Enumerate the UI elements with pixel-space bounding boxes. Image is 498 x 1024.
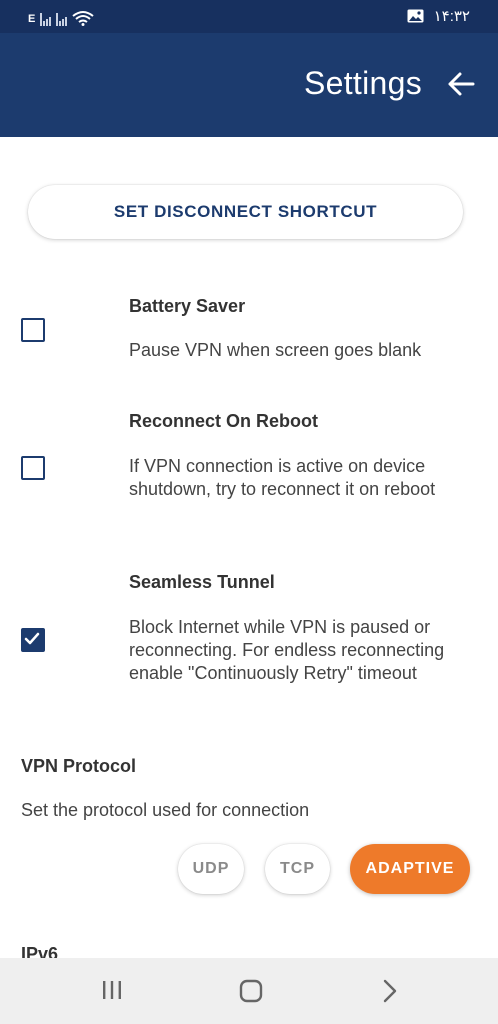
status-icons-left: E bbox=[28, 8, 94, 26]
nav-back-button[interactable] bbox=[380, 978, 400, 1009]
shortcut-button-label: SET DISCONNECT SHORTCUT bbox=[113, 202, 378, 221]
check-icon bbox=[24, 632, 40, 645]
set-disconnect-shortcut-button[interactable]: SET DISCONNECT SHORTCUT bbox=[28, 185, 463, 239]
protocol-option-label: ADAPTIVE bbox=[365, 860, 455, 877]
setting-title: Reconnect On Reboot bbox=[129, 411, 319, 431]
setting-description: Pause VPN when screen goes blank bbox=[129, 340, 422, 360]
status-icons-right: ۱۴:۳۲ bbox=[407, 7, 470, 25]
signal-icon bbox=[40, 12, 52, 26]
setting-title: Seamless Tunnel bbox=[129, 572, 275, 592]
signal-icon-2 bbox=[56, 12, 68, 26]
protocol-udp-button[interactable]: UDP bbox=[178, 844, 244, 894]
home-button[interactable] bbox=[238, 978, 264, 1009]
protocol-option-label: UDP bbox=[192, 860, 230, 877]
sim-icon: E bbox=[28, 13, 36, 25]
setting-description: Block Internet while VPN is paused or re… bbox=[129, 617, 445, 683]
back-button[interactable] bbox=[446, 69, 476, 99]
chevron-right-icon bbox=[383, 979, 397, 1003]
status-time: ۱۴:۳۲ bbox=[433, 8, 470, 25]
home-icon bbox=[239, 979, 263, 1003]
page-title: Settings bbox=[303, 65, 422, 101]
setting-title: Battery Saver bbox=[129, 296, 246, 316]
seamless-tunnel-checkbox[interactable] bbox=[21, 628, 45, 652]
vpn-protocol-description: Set the protocol used for connection bbox=[21, 800, 310, 820]
reconnect-on-reboot-checkbox[interactable] bbox=[21, 456, 45, 480]
image-icon bbox=[407, 9, 424, 23]
setting-description: If VPN connection is active on device sh… bbox=[129, 456, 436, 499]
recents-button[interactable] bbox=[101, 978, 123, 1007]
protocol-option-label: TCP bbox=[280, 860, 315, 877]
wifi-icon bbox=[72, 11, 94, 26]
app-bar: Settings bbox=[0, 33, 498, 137]
vpn-protocol-title: VPN Protocol bbox=[21, 756, 137, 776]
recents-icon bbox=[103, 981, 121, 999]
system-nav-bar bbox=[0, 958, 498, 1024]
arrow-left-icon bbox=[448, 72, 475, 96]
status-bar: E ۱۴:۳۲ bbox=[0, 0, 498, 33]
protocol-tcp-button[interactable]: TCP bbox=[265, 844, 330, 894]
battery-saver-checkbox[interactable] bbox=[21, 318, 45, 342]
protocol-adaptive-button[interactable]: ADAPTIVE bbox=[350, 844, 470, 894]
